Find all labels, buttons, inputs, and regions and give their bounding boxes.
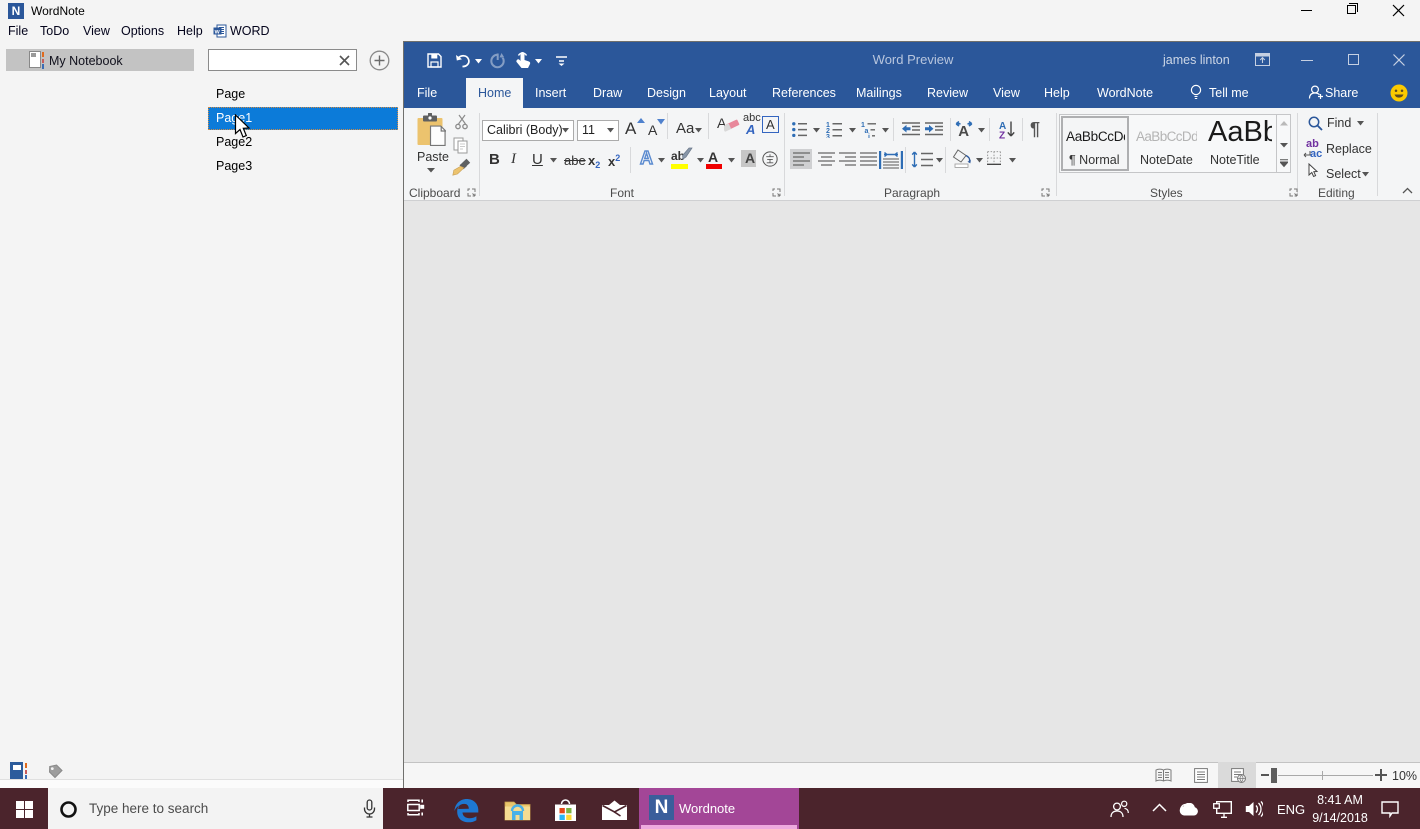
svg-text:Z: Z [999, 131, 1005, 140]
svg-text:w: w [214, 29, 221, 36]
svg-text:A: A [958, 123, 969, 137]
svg-text:3: 3 [826, 134, 830, 138]
svg-text:i: i [868, 134, 870, 138]
